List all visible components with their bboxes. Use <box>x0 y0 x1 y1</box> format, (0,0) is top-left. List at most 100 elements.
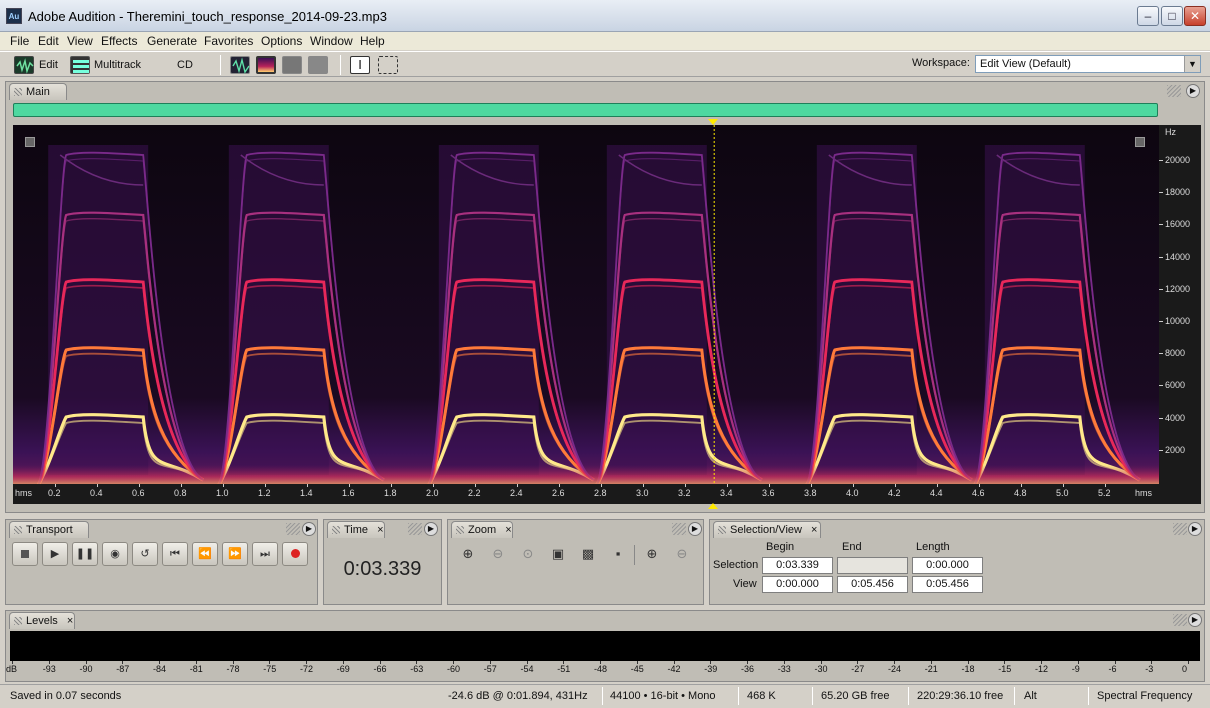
workspace-label: Workspace: <box>912 57 970 69</box>
panel-resize-icon[interactable] <box>408 523 422 535</box>
panel-menu-icon[interactable]: ▶ <box>1188 613 1202 627</box>
chevron-down-icon[interactable]: ▼ <box>1184 56 1200 72</box>
close-icon[interactable]: × <box>67 615 73 627</box>
record-button[interactable] <box>282 542 308 566</box>
workspace-select[interactable]: Edit View (Default) ▼ <box>975 55 1201 73</box>
multitrack-button[interactable]: Multitrack <box>94 54 141 76</box>
minimize-button[interactable]: – <box>1137 6 1159 26</box>
go-to-end-button[interactable]: ⏭ <box>252 542 278 566</box>
status-disk-free: 65.20 GB free <box>821 690 890 702</box>
freq-tick <box>1159 224 1163 226</box>
maximize-button[interactable]: □ <box>1161 6 1183 26</box>
marquee-tool-icon[interactable] <box>378 56 398 74</box>
tab-time[interactable]: Time × <box>327 521 385 538</box>
panel-menu-icon[interactable]: ▶ <box>302 522 316 536</box>
level-tick-label: -48 <box>594 664 608 674</box>
selection-begin-field[interactable]: 0:03.339 <box>762 557 833 574</box>
panel-menu-icon[interactable]: ▶ <box>1188 522 1202 536</box>
panel-grip-icon[interactable] <box>718 526 726 534</box>
zoom-out-full-icon[interactable]: ⊙ <box>516 543 540 565</box>
menu-options[interactable]: Options <box>259 32 304 50</box>
zoom-in-amplitude-icon[interactable]: ⊕ <box>456 543 480 565</box>
zoom-corner-icon[interactable] <box>1135 137 1145 147</box>
multitrack-icon[interactable] <box>70 56 90 74</box>
panel-menu-icon[interactable]: ▶ <box>688 522 702 536</box>
menu-edit[interactable]: Edit <box>36 32 61 50</box>
waveform-display-icon[interactable] <box>230 56 250 74</box>
cd-button[interactable]: CD <box>177 54 193 76</box>
close-icon[interactable]: × <box>811 524 817 536</box>
freq-tick-label: 18000 <box>1165 187 1191 198</box>
panel-menu-icon[interactable]: ▶ <box>1186 84 1200 98</box>
stop-button[interactable] <box>12 542 38 566</box>
rewind-button[interactable]: ⏪ <box>192 542 218 566</box>
spectral-frequency-display-icon[interactable] <box>256 56 276 74</box>
panel-resize-icon[interactable] <box>672 523 686 535</box>
panel-grip-icon[interactable] <box>456 526 464 534</box>
spectral-phase-display-icon[interactable] <box>308 56 328 74</box>
zoom-out-time-icon[interactable]: ⊖ <box>670 543 694 565</box>
zoom-right-edge-icon[interactable]: ▪ <box>606 543 630 565</box>
panel-resize-icon[interactable] <box>1167 85 1181 97</box>
play-to-end-button[interactable]: ◉ <box>102 542 128 566</box>
view-end-field[interactable]: 0:05.456 <box>837 576 908 593</box>
level-meter[interactable] <box>10 631 1200 661</box>
loop-button[interactable]: ↺ <box>132 542 158 566</box>
menu-view[interactable]: View <box>65 32 95 50</box>
level-tick-label: -63 <box>410 664 424 674</box>
spectral-pan-display-icon[interactable] <box>282 56 302 74</box>
panel-menu-icon[interactable]: ▶ <box>424 522 438 536</box>
tab-levels[interactable]: Levels × <box>9 612 75 629</box>
level-tick-label: -33 <box>777 664 791 674</box>
tab-main[interactable]: Main <box>9 83 67 100</box>
menu-file[interactable]: File <box>8 32 31 50</box>
view-length-field[interactable]: 0:05.456 <box>912 576 983 593</box>
playhead-bottom-marker-icon[interactable] <box>708 503 718 509</box>
selection-end-field[interactable] <box>837 557 908 574</box>
close-icon[interactable]: × <box>377 524 383 536</box>
close-icon[interactable]: × <box>505 524 511 536</box>
panel-grip-icon[interactable] <box>332 526 340 534</box>
level-tick-label: -6 <box>1108 664 1117 674</box>
menu-generate[interactable]: Generate <box>145 32 199 50</box>
level-tick <box>1188 661 1189 664</box>
menu-effects[interactable]: Effects <box>99 32 139 50</box>
time-tick <box>1063 484 1064 487</box>
menu-favorites[interactable]: Favorites <box>202 32 255 50</box>
tab-selection-view[interactable]: Selection/View × <box>713 521 821 538</box>
tab-transport[interactable]: Transport × <box>9 521 89 552</box>
panel-grip-icon[interactable] <box>14 526 22 534</box>
tab-zoom[interactable]: Zoom × <box>451 521 513 538</box>
time-tick-label: 0.4 <box>90 488 103 498</box>
panel-resize-icon[interactable] <box>1173 614 1187 626</box>
play-button[interactable]: ▶ <box>42 542 68 566</box>
menu-window[interactable]: Window <box>308 32 355 50</box>
close-button[interactable]: ✕ <box>1184 6 1206 26</box>
selection-length-field[interactable]: 0:00.000 <box>912 557 983 574</box>
edit-view-icon[interactable] <box>14 56 34 74</box>
app-icon: Au <box>6 8 22 24</box>
zoom-to-selection-icon[interactable]: ▣ <box>546 543 570 565</box>
zoom-left-edge-icon[interactable]: ▩ <box>576 543 600 565</box>
spectral-frequency-display[interactable] <box>13 125 1159 488</box>
time-ruler[interactable]: hms hms 0.2 0.4 0.6 0.8 1.0 1.2 1.4 1.6 1.8 2.0 2.2 2… <box>13 484 1159 504</box>
time-selection-tool-icon[interactable]: I <box>350 56 370 74</box>
edit-view-button[interactable]: Edit <box>39 54 58 76</box>
frequency-ruler[interactable]: Hz 20000 18000 16000 14000 12000 10000 8000 6000… <box>1159 125 1201 485</box>
status-file-size: 468 K <box>747 690 776 702</box>
panel-resize-icon[interactable] <box>1173 523 1187 535</box>
time-tick-label: 2.0 <box>426 488 439 498</box>
waveform-overview-bar[interactable] <box>13 103 1158 117</box>
view-begin-field[interactable]: 0:00.000 <box>762 576 833 593</box>
panel-grip-icon[interactable] <box>14 88 22 96</box>
panel-grip-icon[interactable] <box>14 617 22 625</box>
fast-forward-button[interactable]: ⏩ <box>222 542 248 566</box>
panel-resize-icon[interactable] <box>286 523 300 535</box>
menu-help[interactable]: Help <box>358 32 387 50</box>
go-to-start-button[interactable]: ⏮ <box>162 542 188 566</box>
row-view-label: View <box>733 578 757 590</box>
zoom-out-amplitude-icon[interactable]: ⊖ <box>486 543 510 565</box>
zoom-corner-icon[interactable] <box>25 137 35 147</box>
pause-button[interactable]: ❚❚ <box>72 542 98 566</box>
zoom-in-time-icon[interactable]: ⊕ <box>640 543 664 565</box>
